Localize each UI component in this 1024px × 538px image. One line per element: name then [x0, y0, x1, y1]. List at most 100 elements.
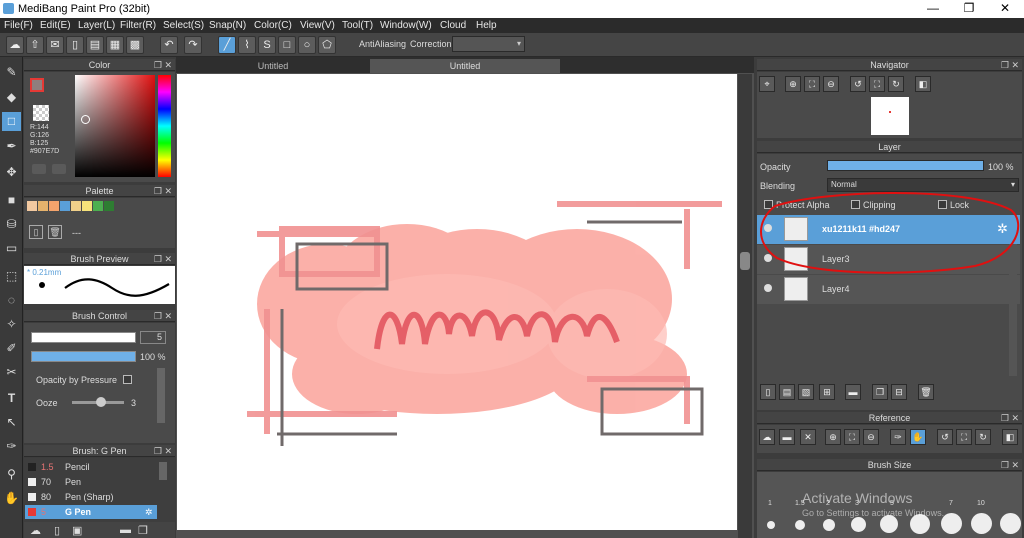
palette-more[interactable]: --- [72, 228, 81, 238]
line-tool-icon[interactable]: ╱ [218, 36, 236, 54]
palette-swatch[interactable] [71, 201, 81, 211]
reference-reset-icon[interactable]: ◧ [1002, 429, 1018, 445]
polygon-shape-icon[interactable]: ⬠ [318, 36, 336, 54]
pen-tool-icon[interactable]: ✒ [2, 137, 21, 156]
merge-layer-icon[interactable]: ⊟ [891, 384, 907, 400]
menu-color[interactable]: Color(C) [254, 20, 292, 31]
save-icon[interactable]: ▤ [86, 36, 104, 54]
rect-shape-icon[interactable]: □ [278, 36, 296, 54]
eyedropper-icon[interactable]: ⚲ [2, 465, 21, 484]
brush-item[interactable]: 1.5 Pencil [25, 460, 157, 474]
eye-icon[interactable] [764, 284, 772, 292]
select-rect-tool-icon[interactable]: □ [2, 112, 21, 131]
menu-snap[interactable]: Snap(N) [209, 20, 246, 31]
zoom-actual-icon[interactable]: ⛶ [804, 76, 820, 92]
brush-item[interactable]: 80 Pen (Sharp) [25, 490, 157, 504]
palette-add-icon[interactable]: ▯ [29, 225, 43, 239]
color-picker-icon[interactable] [52, 164, 66, 174]
tab-untitled-2[interactable]: Untitled [370, 59, 560, 73]
main-color-swatch[interactable] [30, 78, 44, 92]
folder-icon[interactable]: ▬ [120, 524, 131, 536]
undo-button[interactable]: ↶ [160, 36, 178, 54]
gear-icon[interactable]: ✲ [145, 505, 153, 519]
color-mode-icon[interactable] [32, 164, 46, 174]
hue-slider[interactable] [158, 75, 171, 177]
close-icon[interactable]: ✕ [800, 429, 816, 445]
rotate-right-icon[interactable]: ↻ [975, 429, 991, 445]
zoom-out-icon[interactable]: ⊖ [863, 429, 879, 445]
duplicate-brush-icon[interactable]: ▣ [72, 524, 82, 537]
navigator-thumbnail[interactable] [871, 97, 909, 135]
ellipse-shape-icon[interactable]: ○ [298, 36, 316, 54]
text-tool-icon[interactable]: T [2, 389, 21, 408]
brush-size-dot[interactable] [941, 513, 962, 534]
new-file-icon[interactable]: ▯ [66, 36, 84, 54]
palette-swatch[interactable] [27, 201, 37, 211]
minimize-button[interactable]: — [918, 1, 948, 15]
panel-close-icon[interactable]: ❐ ✕ [1001, 412, 1019, 424]
palette-delete-icon[interactable]: 🗑 [48, 225, 62, 239]
magic-wand-icon[interactable]: ✧ [2, 315, 21, 334]
menu-window[interactable]: Window(W) [380, 20, 432, 31]
cloud-icon[interactable]: ☁ [6, 36, 24, 54]
move-tool-icon[interactable]: ✥ [2, 163, 21, 182]
brush-control-scrollbar[interactable] [157, 368, 165, 423]
palette-swatch[interactable] [60, 201, 70, 211]
bucket-tool-icon[interactable]: ⛁ [2, 215, 21, 234]
menu-layer[interactable]: Layer(L) [78, 20, 115, 31]
panel-close-icon[interactable]: ❐ ✕ [154, 185, 172, 197]
comment-icon[interactable]: ✉ [46, 36, 64, 54]
gradient-tool-icon[interactable]: ▭ [2, 239, 21, 258]
duplicate-layer-icon[interactable]: ❐ [872, 384, 888, 400]
flip-icon[interactable]: ⛶ [956, 429, 972, 445]
opacity-pressure-checkbox[interactable] [123, 375, 132, 384]
copy-brush-icon[interactable]: ▯ [54, 524, 60, 537]
panel-close-icon[interactable]: ❐ ✕ [1001, 59, 1019, 71]
add-brush-icon[interactable]: ☁ [30, 524, 41, 537]
brush-item[interactable]: 70 Pen [25, 475, 157, 489]
rotate-left-icon[interactable]: ↺ [937, 429, 953, 445]
panel-close-icon[interactable]: ❐ ✕ [154, 59, 172, 71]
lasso-rect-tool-icon[interactable]: ⬚ [2, 267, 21, 286]
delete-layer-icon[interactable]: 🗑 [918, 384, 934, 400]
scroll-thumb[interactable] [740, 252, 750, 270]
brush-size-dot[interactable] [1000, 513, 1021, 534]
upload-icon[interactable]: ⇧ [26, 36, 44, 54]
copy-icon[interactable]: ❐ [138, 524, 148, 537]
panel-close-icon[interactable]: ❐ ✕ [154, 310, 172, 322]
palette-swatch[interactable] [49, 201, 59, 211]
panel-close-icon[interactable]: ❐ ✕ [154, 253, 172, 265]
brush-list-scrollbar[interactable] [159, 462, 167, 480]
tab-untitled-1[interactable]: Untitled [178, 59, 368, 73]
close-button[interactable]: ✕ [990, 1, 1020, 15]
menu-file[interactable]: File(F) [4, 20, 33, 31]
drawing-canvas[interactable] [177, 74, 737, 530]
add-layer-menu-icon[interactable]: ⊞ [819, 384, 835, 400]
opacity-slider-track[interactable] [31, 351, 136, 362]
palette-swatch[interactable] [38, 201, 48, 211]
canvas-vertical-scrollbar[interactable] [738, 74, 752, 538]
menu-tool[interactable]: Tool(T) [342, 20, 373, 31]
rotate-left-icon[interactable]: ↺ [850, 76, 866, 92]
select-eraser-icon[interactable]: ✂ [2, 363, 21, 382]
polyline-icon[interactable]: ⌇ [238, 36, 256, 54]
layer-row[interactable]: Layer4 [757, 275, 1020, 304]
ooze-slider-handle[interactable] [96, 397, 106, 407]
maximize-button[interactable]: ❐ [954, 1, 984, 15]
color-picker-cursor[interactable] [81, 115, 90, 124]
hand-icon[interactable]: ✋ [910, 429, 926, 445]
menu-help[interactable]: Help [476, 20, 497, 31]
menu-filter[interactable]: Filter(R) [120, 20, 156, 31]
open-folder-icon[interactable]: ▬ [779, 429, 795, 445]
size-slider[interactable] [31, 332, 136, 343]
zoom-out-icon[interactable]: ⊖ [823, 76, 839, 92]
operation-tool-icon[interactable]: ↖ [2, 413, 21, 432]
curve-icon[interactable]: S [258, 36, 276, 54]
correction-select[interactable]: ▾ [452, 36, 525, 52]
brush-size-dot[interactable] [851, 517, 866, 532]
size-value[interactable]: 5 [140, 331, 166, 344]
rotate-right-icon[interactable]: ↻ [888, 76, 904, 92]
menu-cloud[interactable]: Cloud [440, 20, 466, 31]
zoom-actual-icon[interactable]: ⛶ [844, 429, 860, 445]
new-layer-icon[interactable]: ▯ [760, 384, 776, 400]
